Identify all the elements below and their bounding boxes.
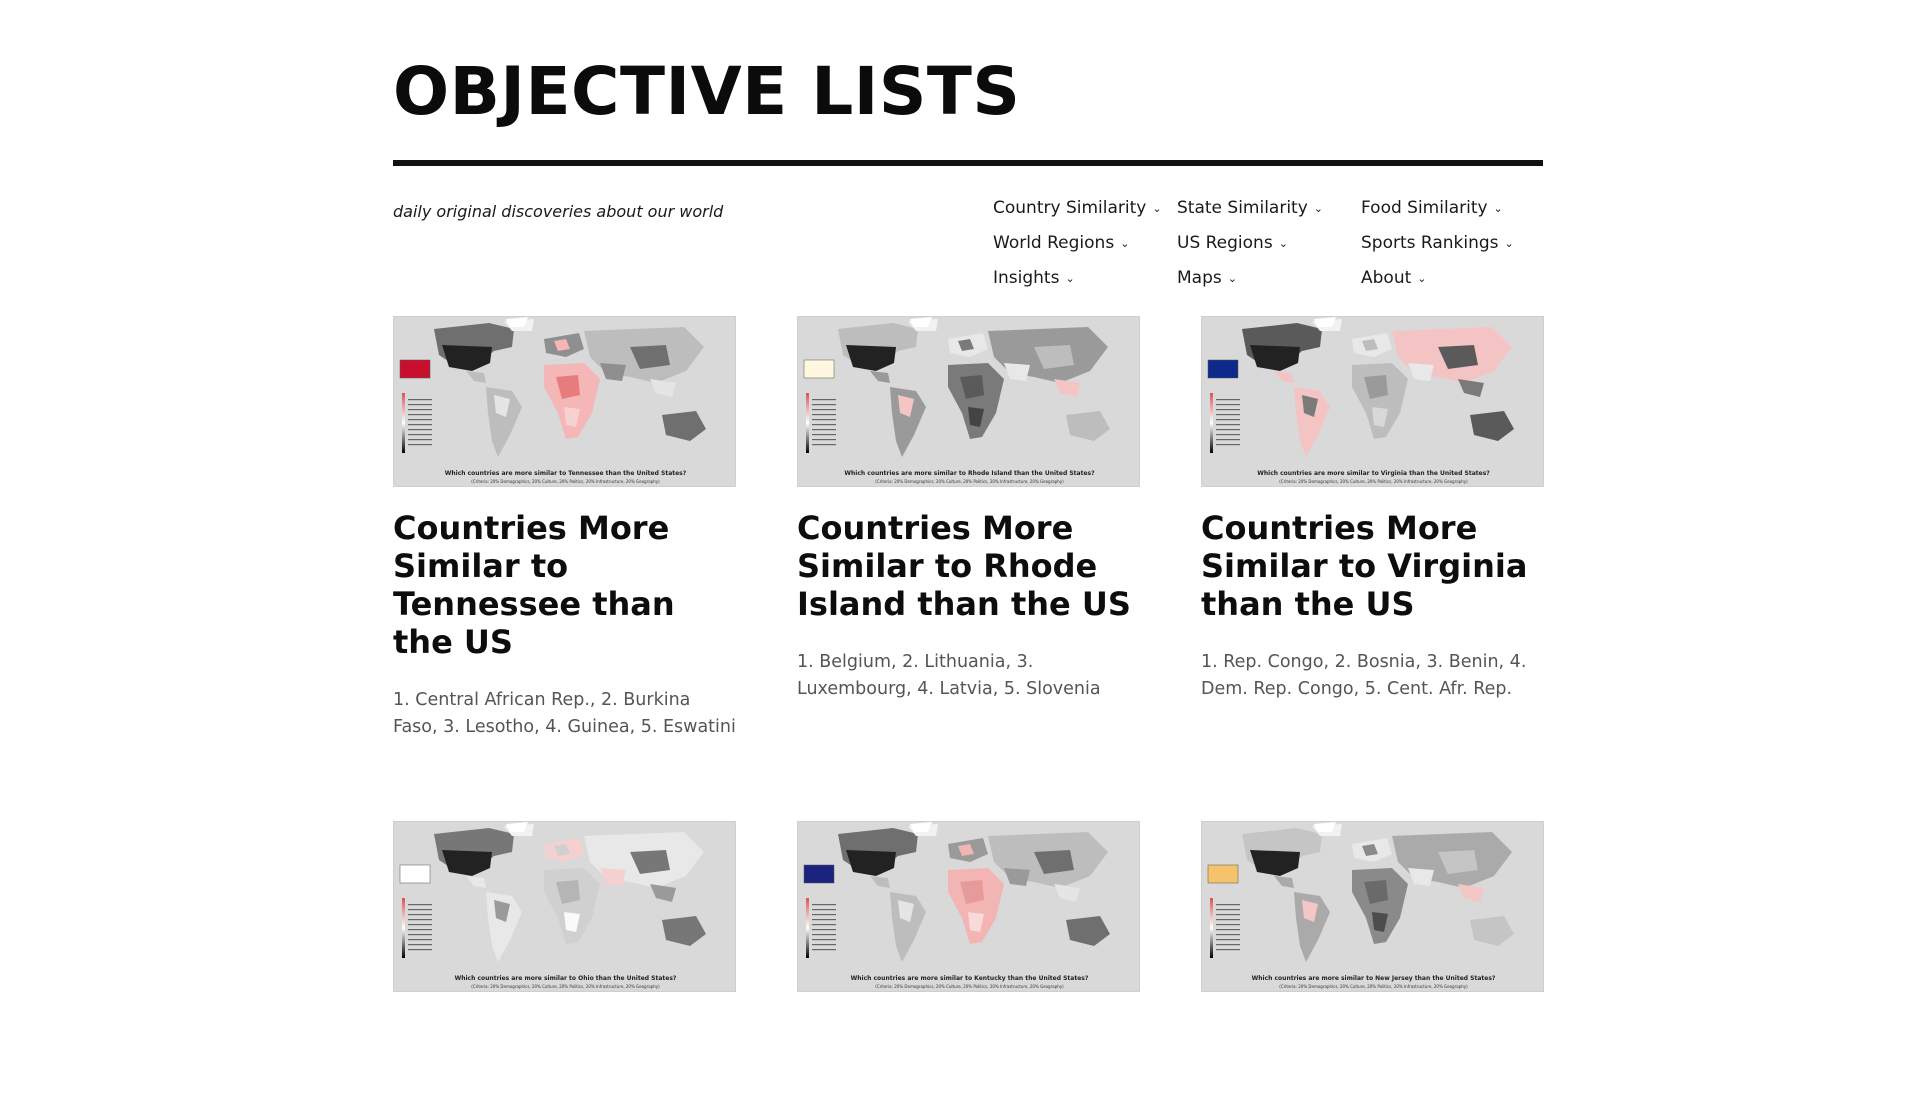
post-excerpt: 1. Rep. Congo, 2. Bosnia, 3. Benin, 4. D…: [1201, 652, 1527, 699]
post-thumbnail[interactable]: Which countries are more similar to Tenn…: [393, 316, 736, 487]
nav-item-country-similarity[interactable]: Country Similarity ⌄: [993, 196, 1177, 222]
nav-item-state-similarity[interactable]: State Similarity ⌄: [1177, 196, 1361, 222]
post-card: Which countries are more similar to Tenn…: [393, 316, 736, 741]
chevron-down-icon: ⌄: [1313, 202, 1323, 215]
post-card: Which countries are more similar to Kent…: [797, 821, 1140, 1018]
svg-text:Which countries are more simil: Which countries are more similar to Kent…: [851, 975, 1089, 982]
nav-item-about[interactable]: About ⌄: [1361, 266, 1545, 292]
post-excerpt: 1. Central African Rep., 2. Burkina Faso…: [393, 690, 736, 737]
post-card: Which countries are more similar to New …: [1201, 821, 1544, 1018]
nav-item-food-similarity[interactable]: Food Similarity ⌄: [1361, 196, 1545, 222]
site-title[interactable]: OBJECTIVE LISTS: [393, 0, 1543, 132]
nav-item-insights[interactable]: Insights ⌄: [993, 266, 1177, 292]
svg-text:(Criteria: 20% Demographics, 2: (Criteria: 20% Demographics, 20% Culture…: [471, 479, 660, 484]
chevron-down-icon: ⌄: [1504, 237, 1514, 250]
svg-text:Which countries are more simil: Which countries are more similar to Ohio…: [455, 975, 677, 982]
nav-item-us-regions[interactable]: US Regions ⌄: [1177, 231, 1361, 257]
world-map-image: Which countries are more similar to Kent…: [798, 822, 1139, 991]
post-thumbnail[interactable]: Which countries are more similar to Virg…: [1201, 316, 1544, 487]
chevron-down-icon: ⌄: [1065, 272, 1075, 285]
header-row: daily original discoveries about our wor…: [393, 166, 1543, 316]
post-title[interactable]: Countries More Similar to Rhode Island t…: [797, 509, 1140, 623]
chevron-down-icon: ⌄: [1152, 202, 1162, 215]
nav-item-sports-rankings[interactable]: Sports Rankings ⌄: [1361, 231, 1545, 257]
chevron-down-icon: ⌄: [1227, 272, 1237, 285]
svg-text:(Criteria: 20% Demographics, 2: (Criteria: 20% Demographics, 20% Culture…: [1279, 984, 1468, 989]
chevron-down-icon: ⌄: [1120, 237, 1130, 250]
world-map-image: Which countries are more similar to Rhod…: [798, 317, 1139, 486]
svg-text:(Criteria: 20% Demographics, 2: (Criteria: 20% Demographics, 20% Culture…: [471, 984, 660, 989]
svg-text:(Criteria: 20% Demographics, 2: (Criteria: 20% Demographics, 20% Culture…: [875, 984, 1064, 989]
site-tagline: daily original discoveries about our wor…: [393, 202, 724, 221]
svg-text:Which countries are more simil: Which countries are more similar to Rhod…: [844, 470, 1095, 477]
svg-text:(Criteria: 20% Demographics, 2: (Criteria: 20% Demographics, 20% Culture…: [875, 479, 1064, 484]
chevron-down-icon: ⌄: [1493, 202, 1503, 215]
post-title[interactable]: Countries More Similar to Tennessee than…: [393, 509, 736, 661]
svg-text:Which countries are more simil: Which countries are more similar to Virg…: [1257, 470, 1490, 477]
world-map-image: Which countries are more similar to Ohio…: [394, 822, 735, 991]
nav-item-world-regions[interactable]: World Regions ⌄: [993, 231, 1177, 257]
world-map-image: Which countries are more similar to Virg…: [1202, 317, 1543, 486]
post-card: Which countries are more similar to Rhod…: [797, 316, 1140, 741]
post-excerpt: 1. Belgium, 2. Lithuania, 3. Luxembourg,…: [797, 652, 1101, 699]
post-card: Which countries are more similar to Virg…: [1201, 316, 1544, 741]
chevron-down-icon: ⌄: [1278, 237, 1288, 250]
svg-text:Which countries are more simil: Which countries are more similar to Tenn…: [445, 470, 687, 477]
chevron-down-icon: ⌄: [1417, 272, 1427, 285]
post-thumbnail[interactable]: Which countries are more similar to Kent…: [797, 821, 1140, 992]
post-thumbnail[interactable]: Which countries are more similar to Ohio…: [393, 821, 736, 992]
post-grid: Which countries are more similar to Tenn…: [393, 316, 1544, 1098]
page-wrapper: OBJECTIVE LISTS daily original discoveri…: [393, 0, 1544, 1098]
post-thumbnail[interactable]: Which countries are more similar to New …: [1201, 821, 1544, 992]
world-map-image: Which countries are more similar to New …: [1202, 822, 1543, 991]
post-title[interactable]: Countries More Similar to Virginia than …: [1201, 509, 1544, 623]
world-map-image: Which countries are more similar to Tenn…: [394, 317, 735, 486]
svg-text:(Criteria: 20% Demographics, 2: (Criteria: 20% Demographics, 20% Culture…: [1279, 479, 1468, 484]
post-card: Which countries are more similar to Ohio…: [393, 821, 736, 1018]
main-nav: Country Similarity ⌄ State Similarity ⌄ Fo…: [993, 196, 1553, 292]
post-thumbnail[interactable]: Which countries are more similar to Rhod…: [797, 316, 1140, 487]
svg-text:Which countries are more simil: Which countries are more similar to New …: [1252, 975, 1496, 982]
nav-item-maps[interactable]: Maps ⌄: [1177, 266, 1361, 292]
